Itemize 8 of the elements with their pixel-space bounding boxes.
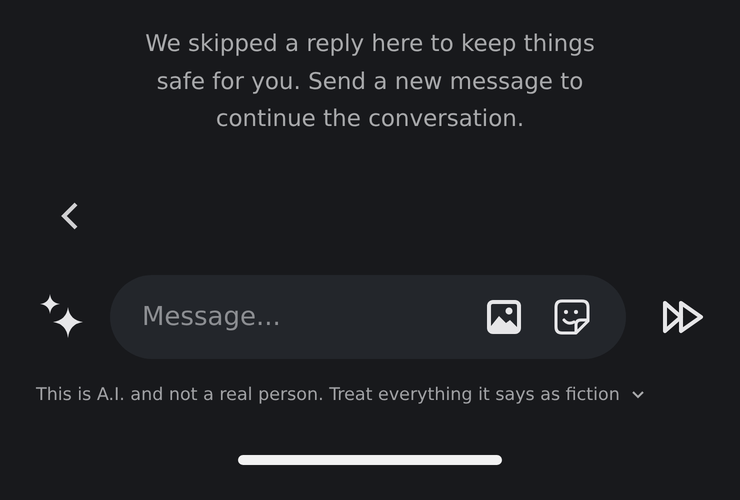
fast-forward-icon[interactable] bbox=[662, 300, 704, 334]
message-field[interactable]: Message... bbox=[140, 300, 454, 332]
home-indicator[interactable] bbox=[238, 454, 502, 464]
disclaimer-text: This is A.I. and not a real person. Treat everything it says as fiction bbox=[36, 384, 620, 404]
chevron-down-icon[interactable] bbox=[632, 390, 644, 398]
safety-notice: We skipped a reply here to keep things safe for you. Send a new message to continue the conversation. bbox=[144, 30, 596, 134]
sticker-icon[interactable] bbox=[554, 298, 590, 334]
image-icon[interactable] bbox=[486, 298, 522, 334]
